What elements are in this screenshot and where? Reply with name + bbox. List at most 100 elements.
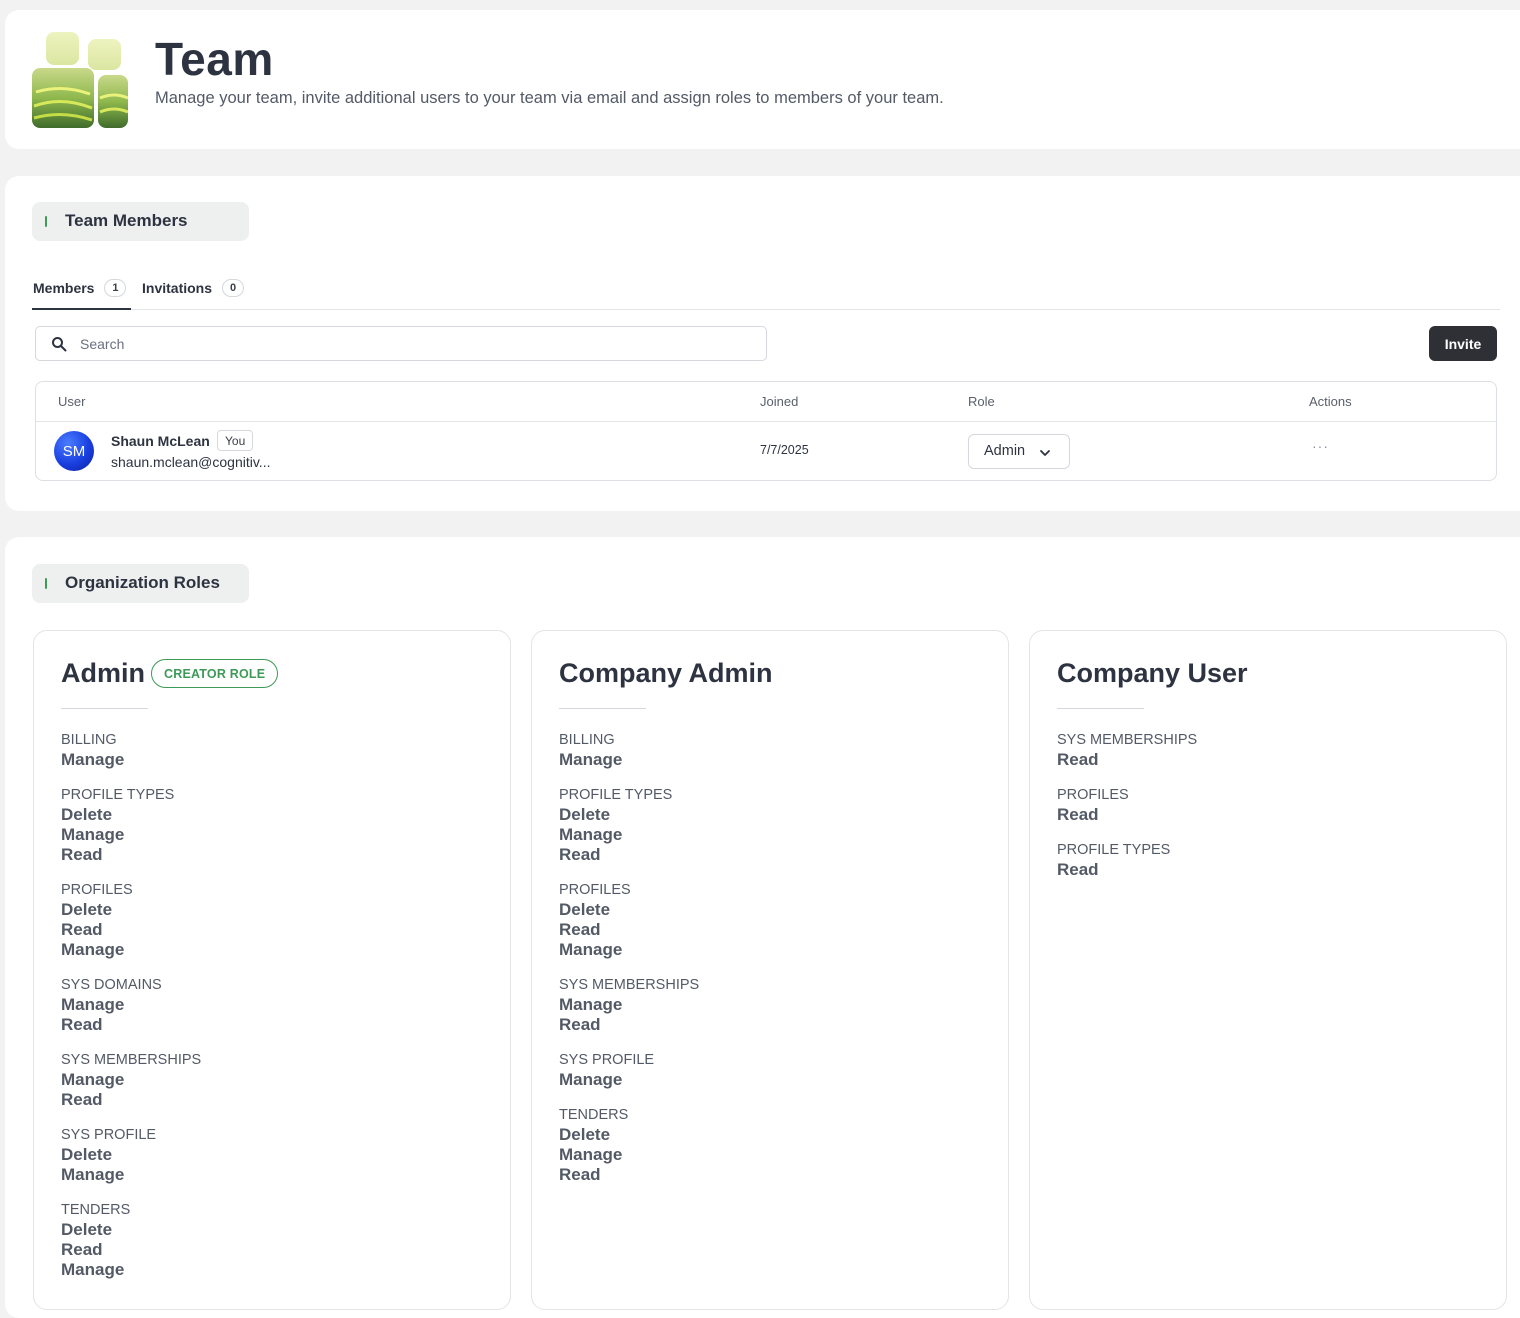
- permission-action: Manage: [559, 995, 623, 1014]
- permission-action: Manage: [61, 940, 125, 959]
- permission-action: Delete: [559, 900, 611, 919]
- table-header-divider: [36, 421, 1496, 422]
- permission-resource: BILLING: [559, 732, 615, 748]
- heading-accent-bar: [45, 216, 47, 227]
- permission-action: Read: [559, 1015, 601, 1034]
- team-members-section: Team Members Members 1 Invitations 0 Inv…: [5, 176, 1520, 511]
- permission-resource: TENDERS: [559, 1107, 629, 1123]
- organization-roles-title: Organization Roles: [65, 573, 220, 592]
- permission-group: SYS MEMBERSHIPS Manage Read: [61, 1050, 201, 1110]
- permission-action: Manage: [559, 1145, 623, 1164]
- permission-action: Read: [61, 845, 103, 864]
- role-title: Admin: [61, 658, 145, 688]
- heading-accent-bar: [45, 578, 47, 589]
- permission-group: TENDERS Delete Read Manage: [61, 1200, 201, 1280]
- permission-group: TENDERS Delete Manage Read: [559, 1105, 699, 1185]
- permission-group: SYS DOMAINS Manage Read: [61, 975, 201, 1035]
- permission-resource: SYS DOMAINS: [61, 977, 162, 993]
- role-title: Company Admin: [559, 658, 773, 688]
- permission-list: BILLING Manage PROFILE TYPES Delete Manage Re…: [559, 730, 699, 1200]
- tab-invitations[interactable]: Invitations 0: [142, 279, 245, 297]
- you-badge: You: [217, 430, 254, 451]
- role-dropdown-value: Admin: [984, 443, 1026, 459]
- permission-action: Delete: [61, 805, 113, 824]
- search-field[interactable]: [35, 326, 767, 361]
- search-icon: [52, 337, 67, 352]
- creator-role-badge: CREATOR ROLE: [151, 659, 279, 688]
- role-title-divider: [61, 708, 148, 709]
- permission-action: Delete: [61, 900, 113, 919]
- permission-resource: PROFILE TYPES: [61, 787, 175, 803]
- tab-invitations-label: Invitations: [142, 280, 213, 296]
- permission-list: BILLING Manage PROFILE TYPES Delete Manage Re…: [61, 730, 201, 1295]
- permission-action: Manage: [61, 1165, 125, 1184]
- tab-members[interactable]: Members 1: [33, 279, 127, 297]
- members-table: User Joined Role Actions SM Shaun McLean…: [35, 381, 1497, 481]
- role-title-divider: [1057, 708, 1144, 709]
- permission-group: PROFILES Delete Read Manage: [61, 880, 201, 960]
- permission-action: Delete: [61, 1220, 113, 1239]
- permission-action: Delete: [559, 805, 611, 824]
- permission-action: Read: [559, 845, 601, 864]
- team-members-title: Team Members: [65, 211, 188, 230]
- permission-action: Manage: [61, 1070, 125, 1089]
- permission-action: Read: [61, 1015, 103, 1034]
- page-title: Team: [155, 33, 274, 85]
- permission-resource: PROFILE TYPES: [1057, 842, 1171, 858]
- role-dropdown[interactable]: Admin: [968, 434, 1070, 469]
- more-actions-button[interactable]: ···: [1312, 438, 1329, 454]
- permission-action: Delete: [559, 1125, 611, 1144]
- permission-resource: PROFILES: [559, 882, 631, 898]
- member-joined-date: 7/7/2025: [760, 443, 809, 457]
- permission-group: BILLING Manage: [559, 730, 699, 770]
- tab-members-count: 1: [104, 279, 127, 297]
- permission-group: BILLING Manage: [61, 730, 201, 770]
- role-card-company-admin: Company Admin BILLING Manage PROFILE TYPES…: [531, 630, 1009, 1310]
- permission-action: Manage: [559, 1070, 623, 1089]
- permission-resource: SYS MEMBERSHIPS: [559, 977, 700, 993]
- permission-resource: PROFILE TYPES: [559, 787, 673, 803]
- avatar: SM: [54, 431, 94, 471]
- permission-group: PROFILE TYPES Delete Manage Read: [559, 785, 699, 865]
- permission-action: Manage: [559, 825, 623, 844]
- tab-members-label: Members: [33, 280, 95, 296]
- permission-resource: SYS PROFILE: [61, 1127, 157, 1143]
- permission-group: SYS PROFILE Delete Manage: [61, 1125, 201, 1185]
- team-illustration-icon: [32, 32, 129, 128]
- permission-action: Read: [559, 920, 601, 939]
- permission-action: Read: [61, 920, 103, 939]
- permission-action: Manage: [61, 995, 125, 1014]
- role-card-admin: Admin CREATOR ROLE BILLING Manage PROFILE …: [33, 630, 511, 1310]
- permission-group: PROFILE TYPES Read: [1057, 840, 1197, 880]
- column-header-role: Role: [968, 394, 995, 409]
- role-title-divider: [559, 708, 646, 709]
- permission-action: Manage: [559, 940, 623, 959]
- permission-action: Read: [61, 1090, 103, 1109]
- permission-action: Delete: [61, 1145, 113, 1164]
- active-tab-indicator: [32, 308, 131, 310]
- permission-action: Manage: [559, 750, 623, 769]
- page-header: Team Manage your team, invite additional…: [5, 10, 1520, 149]
- page-description: Manage your team, invite additional user…: [155, 89, 944, 107]
- permission-group: PROFILES Delete Read Manage: [559, 880, 699, 960]
- column-header-actions: Actions: [1309, 394, 1352, 409]
- permission-group: PROFILES Read: [1057, 785, 1197, 825]
- role-title: Company User: [1057, 658, 1248, 688]
- permission-resource: SYS MEMBERSHIPS: [1057, 732, 1198, 748]
- permission-resource: SYS MEMBERSHIPS: [61, 1052, 202, 1068]
- permission-action: Manage: [61, 750, 125, 769]
- permission-resource: SYS PROFILE: [559, 1052, 655, 1068]
- tab-invitations-count: 0: [222, 279, 245, 297]
- permission-action: Read: [1057, 860, 1099, 879]
- permission-group: SYS MEMBERSHIPS Manage Read: [559, 975, 699, 1035]
- permission-action: Read: [1057, 750, 1099, 769]
- invite-button[interactable]: Invite: [1429, 326, 1497, 361]
- column-header-user: User: [58, 394, 86, 409]
- permission-action: Read: [61, 1240, 103, 1259]
- permission-resource: PROFILES: [1057, 787, 1129, 803]
- search-input[interactable]: [80, 333, 740, 355]
- chevron-down-icon: [1040, 450, 1050, 456]
- permission-resource: BILLING: [61, 732, 117, 748]
- role-card-company-user: Company User SYS MEMBERSHIPS Read PROFILES…: [1029, 630, 1507, 1310]
- organization-roles-heading: Organization Roles: [32, 564, 249, 603]
